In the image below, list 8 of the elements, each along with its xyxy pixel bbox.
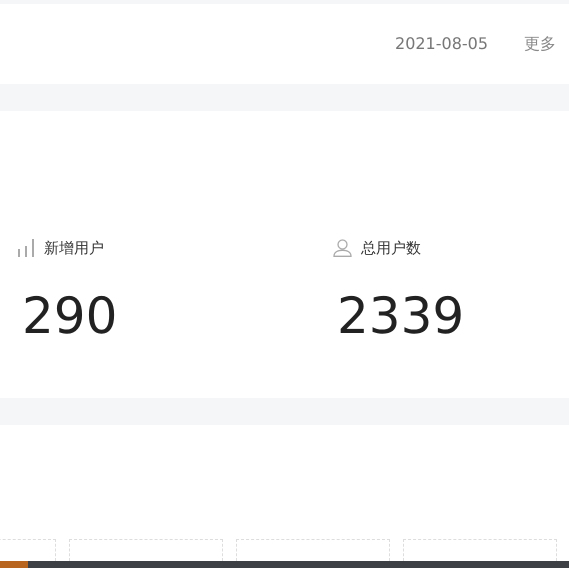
more-link[interactable]: 更多: [524, 32, 556, 56]
stat-value: 2339: [336, 291, 466, 341]
stat-label: 新增用户: [44, 238, 104, 259]
date-text: 2021-08-05: [395, 33, 488, 55]
user-icon: [333, 239, 352, 257]
stat-label: 总用户数: [361, 238, 421, 259]
stat-value: 290: [21, 291, 118, 341]
bar-chart-icon: [18, 239, 35, 257]
